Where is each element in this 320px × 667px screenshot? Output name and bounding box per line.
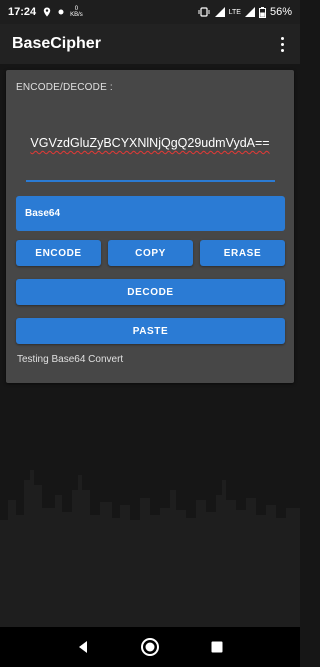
app-bar: BaseCipher — [0, 24, 300, 64]
home-button[interactable] — [139, 636, 161, 658]
back-button[interactable] — [72, 636, 94, 658]
data-rate: 0 KB/s — [70, 6, 83, 18]
recents-icon — [211, 641, 223, 653]
input-underline — [26, 180, 275, 182]
encoding-select-value: Base64 — [25, 208, 61, 219]
more-vert-icon[interactable] — [270, 32, 294, 56]
erase-button[interactable]: ERASE — [200, 240, 285, 266]
vibrate-icon — [198, 7, 210, 17]
app-title: BaseCipher — [12, 35, 101, 52]
home-icon — [140, 638, 159, 656]
card-label: ENCODE/DECODE : — [16, 82, 113, 93]
status-bar: 17:24 0 KB/s LTE 56% — [0, 0, 300, 24]
data-rate-unit: KB/s — [70, 12, 83, 18]
city-skyline-image — [0, 470, 300, 627]
output-text: Testing Base64 Convert — [17, 354, 124, 365]
battery-percent: 56% — [269, 6, 292, 18]
battery-icon — [258, 6, 266, 18]
recents-button[interactable] — [206, 636, 228, 658]
signal-icon-2 — [244, 7, 255, 17]
encode-button[interactable]: ENCODE — [16, 240, 101, 266]
network-type: LTE — [228, 8, 241, 16]
location-icon — [43, 7, 51, 17]
paste-button[interactable]: PASTE — [16, 318, 285, 344]
status-left-icons: 0 KB/s — [42, 6, 83, 18]
copy-button[interactable]: COPY — [108, 240, 193, 266]
navigation-bar — [0, 627, 300, 667]
status-time: 17:24 — [8, 6, 37, 18]
signal-icon — [214, 7, 225, 17]
back-icon — [79, 641, 88, 653]
encoding-select[interactable]: Base64 — [16, 196, 285, 231]
decode-button[interactable]: DECODE — [16, 279, 285, 305]
status-right-icons: LTE 56% — [197, 6, 292, 18]
encode-decode-card: ENCODE/DECODE : VGVzdGluZyBCYXNlNjQgQ29u… — [6, 70, 294, 383]
notification-dot-icon — [58, 9, 64, 15]
cipher-input[interactable]: VGVzdGluZyBCYXNlNjQgQ29udmVydA== — [6, 136, 294, 150]
